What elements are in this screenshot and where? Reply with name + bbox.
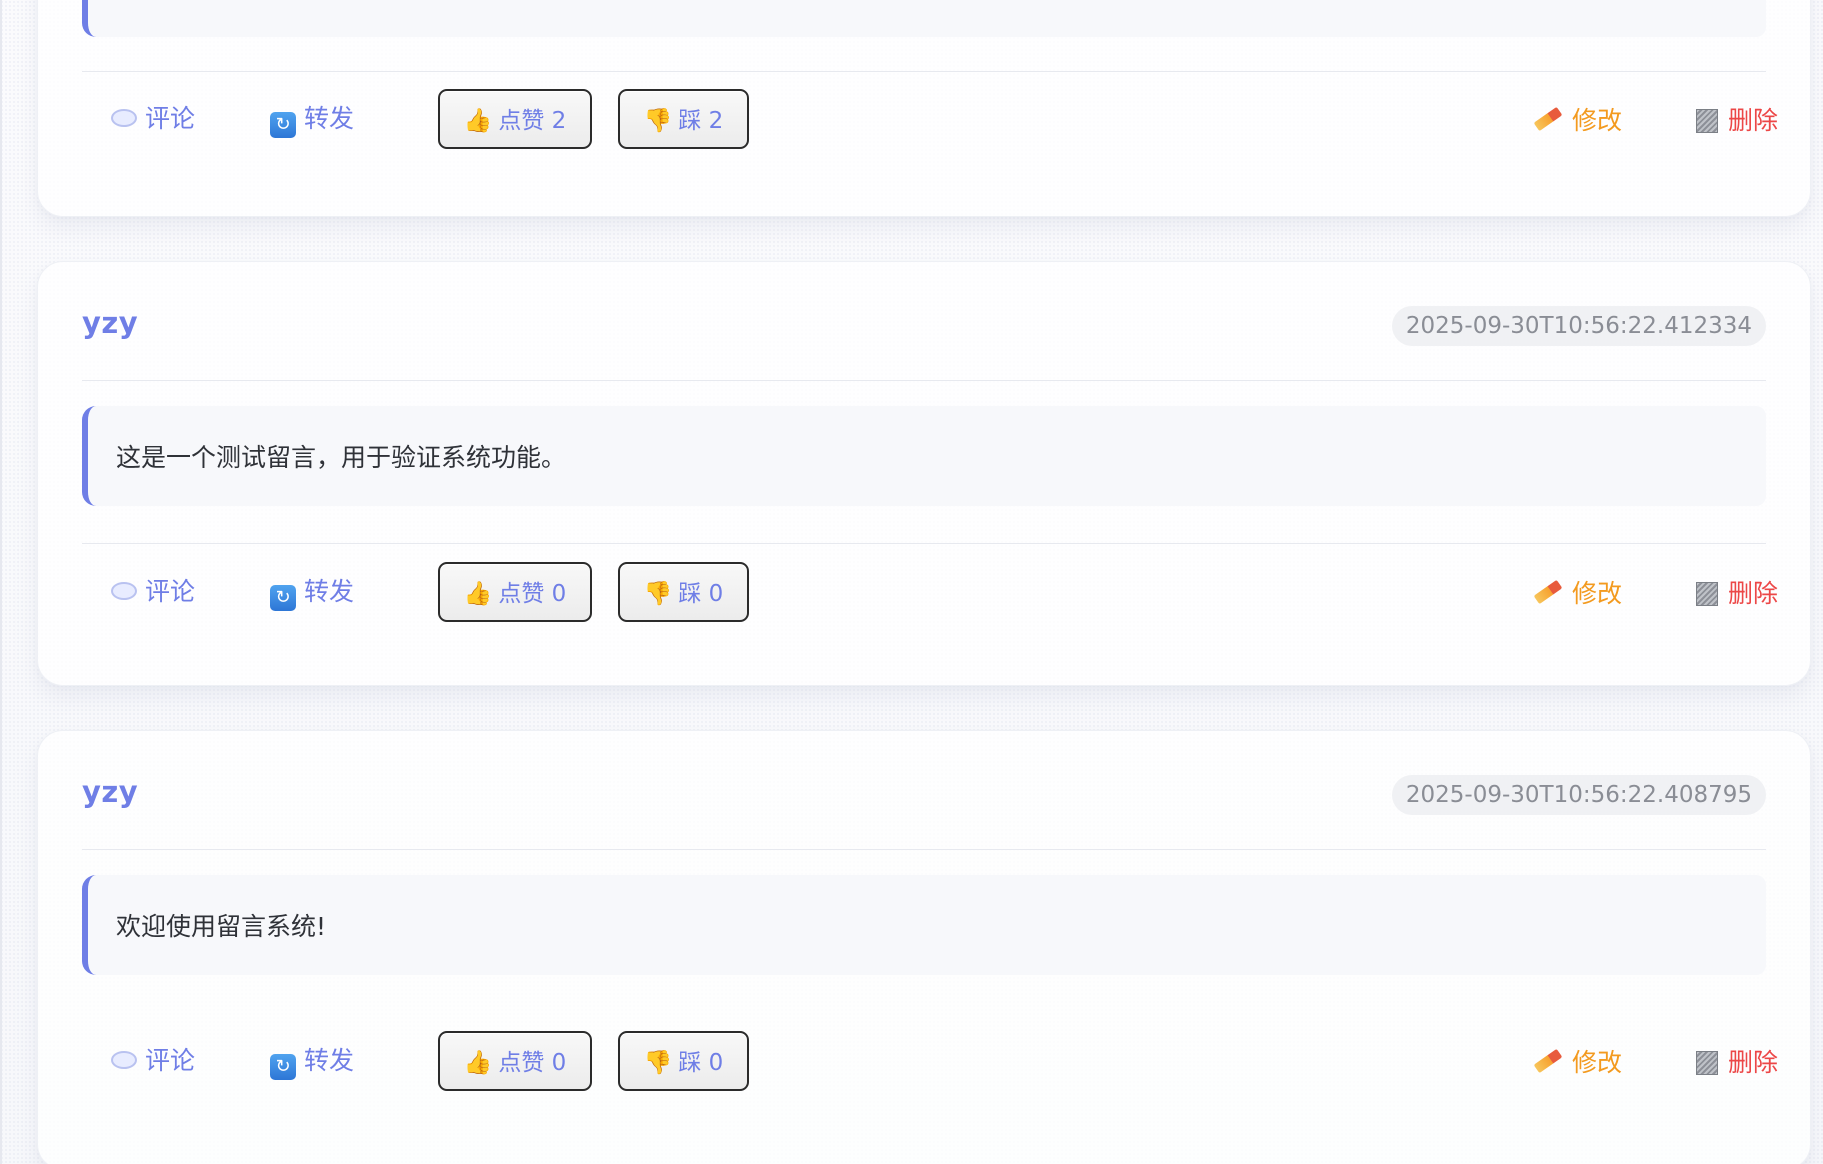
pencil-icon: [1533, 1048, 1563, 1074]
dislike-button[interactable]: 👎 踩 0: [618, 562, 749, 622]
delete-label: 删除: [1728, 106, 1779, 135]
like-count: 2: [551, 108, 567, 134]
pencil-icon: [1533, 579, 1563, 605]
edit-label: 修改: [1572, 106, 1623, 135]
divider: [82, 543, 1766, 544]
wastebasket-icon: [1696, 582, 1718, 606]
pencil-icon: [1533, 106, 1563, 132]
message-board-page: 评论 ↻ 转发 👍 点赞 2 👎 踩 2 修改 删除 yzy 2025-09-30T1…: [0, 0, 1823, 1164]
dislike-label: 踩: [678, 108, 702, 134]
like-label: 点赞: [498, 581, 545, 607]
comment-button[interactable]: 评论: [111, 99, 195, 139]
dislike-label: 踩: [678, 1050, 702, 1076]
like-count: 0: [551, 581, 567, 607]
comment-button[interactable]: 评论: [111, 1041, 195, 1081]
comment-label: 评论: [145, 104, 196, 133]
forward-button[interactable]: ↻ 转发: [270, 1041, 354, 1081]
edit-button[interactable]: 修改: [1533, 1043, 1623, 1083]
message-text: 这是一个测试留言，用于验证系统功能。: [116, 443, 567, 472]
divider: [82, 71, 1766, 72]
forward-button[interactable]: ↻ 转发: [270, 572, 354, 612]
message-card: yzy 2025-09-30T10:56:22.408795 欢迎使用留言系统!…: [37, 730, 1811, 1164]
delete-label: 删除: [1728, 1048, 1779, 1077]
like-button[interactable]: 👍 点赞 2: [438, 89, 592, 149]
message-header: yzy 2025-09-30T10:56:22.408795: [82, 731, 1766, 850]
message-card: yzy 2025-09-30T10:56:22.412334 这是一个测试留言，…: [37, 261, 1811, 686]
comment-icon: [111, 1051, 137, 1069]
message-header: yzy 2025-09-30T10:56:22.412334: [82, 262, 1766, 381]
thumbs-up-icon: 👍: [463, 108, 493, 134]
action-bar: 评论 ↻ 转发 👍 点赞 2 👎 踩 2 修改 删除: [82, 89, 1778, 159]
comment-icon: [111, 582, 137, 600]
like-button[interactable]: 👍 点赞 0: [438, 562, 592, 622]
forward-label: 转发: [304, 577, 355, 606]
delete-label: 删除: [1728, 579, 1779, 608]
edit-button[interactable]: 修改: [1533, 101, 1623, 141]
action-bar: 评论 ↻ 转发 👍 点赞 0 👎 踩 0 修改 删除: [82, 1031, 1778, 1101]
comment-button[interactable]: 评论: [111, 572, 195, 612]
wastebasket-icon: [1696, 109, 1718, 133]
author-name: yzy: [82, 775, 139, 809]
dislike-count: 0: [708, 581, 724, 607]
timestamp-badge: 2025-09-30T10:56:22.412334: [1391, 306, 1766, 346]
like-label: 点赞: [498, 108, 545, 134]
wastebasket-icon: [1696, 1051, 1718, 1075]
dislike-button[interactable]: 👎 踩 2: [618, 89, 749, 149]
dislike-count: 0: [708, 1050, 724, 1076]
comment-icon: [111, 109, 137, 127]
comment-label: 评论: [145, 577, 196, 606]
like-count: 0: [551, 1050, 567, 1076]
thumbs-down-icon: 👎: [643, 1050, 673, 1076]
repeat-icon: ↻: [270, 585, 296, 611]
forward-label: 转发: [304, 1046, 355, 1075]
action-bar: 评论 ↻ 转发 👍 点赞 0 👎 踩 0 修改 删除: [82, 562, 1778, 632]
delete-button[interactable]: 删除: [1696, 1043, 1778, 1083]
thumbs-up-icon: 👍: [463, 581, 493, 607]
forward-button[interactable]: ↻ 转发: [270, 99, 354, 139]
thumbs-down-icon: 👎: [643, 581, 673, 607]
delete-button[interactable]: 删除: [1696, 574, 1778, 614]
delete-button[interactable]: 删除: [1696, 101, 1778, 141]
dislike-label: 踩: [678, 581, 702, 607]
message-content: 欢迎使用留言系统!: [82, 875, 1766, 975]
repeat-icon: ↻: [270, 112, 296, 138]
edit-button[interactable]: 修改: [1533, 574, 1623, 614]
like-button[interactable]: 👍 点赞 0: [438, 1031, 592, 1091]
thumbs-up-icon: 👍: [463, 1050, 493, 1076]
message-content: [82, 0, 1766, 37]
thumbs-down-icon: 👎: [643, 108, 673, 134]
timestamp-badge: 2025-09-30T10:56:22.408795: [1391, 775, 1766, 815]
left-border: [0, 0, 2, 1164]
message-content: 这是一个测试留言，用于验证系统功能。: [82, 406, 1766, 506]
like-label: 点赞: [498, 1050, 545, 1076]
repeat-icon: ↻: [270, 1054, 296, 1080]
dislike-count: 2: [708, 108, 724, 134]
edit-label: 修改: [1572, 1048, 1623, 1077]
author-name: yzy: [82, 306, 139, 340]
forward-label: 转发: [304, 104, 355, 133]
comment-label: 评论: [145, 1046, 196, 1075]
message-text: 欢迎使用留言系统!: [116, 912, 327, 941]
dislike-button[interactable]: 👎 踩 0: [618, 1031, 749, 1091]
message-card: 评论 ↻ 转发 👍 点赞 2 👎 踩 2 修改 删除: [37, 0, 1811, 217]
edit-label: 修改: [1572, 579, 1623, 608]
